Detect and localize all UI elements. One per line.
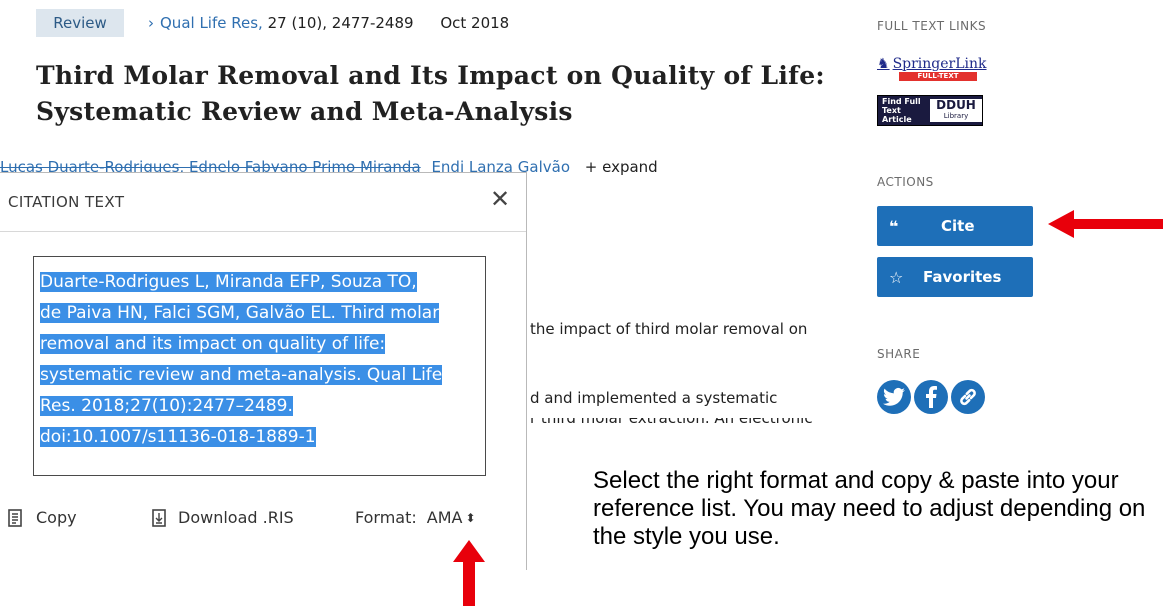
citation-line-text: doi:10.1007/s11136-018-1889-1 (40, 427, 316, 447)
citation-line-text: removal and its impact on quality of lif… (40, 334, 386, 354)
springerlink-button[interactable]: ♞ SpringerLink FULL-TEXT ARTICLE (877, 56, 987, 89)
article-title: Third Molar Removal and Its Impact on Qu… (36, 61, 825, 126)
abstract-snippet-3-text: r third molar extraction. An electronic (530, 418, 813, 427)
journal-link[interactable]: Qual Life Res, (160, 14, 263, 32)
citation-line-text: Res. 2018;27(10):2477–2489. (40, 396, 293, 416)
actions-label: ACTIONS (877, 175, 934, 189)
citation-line-text: de Paiva HN, Falci SGM, Galvão EL. Third… (40, 303, 440, 323)
abstract-snippet-1: the impact of third molar removal on (530, 320, 808, 338)
citation-line: Res. 2018;27(10):2477–2489. (40, 391, 485, 422)
citation-line-text: systematic review and meta-analysis. Qua… (40, 365, 443, 385)
dialog-divider (0, 231, 526, 232)
citation-dialog: CITATION TEXT ✕ Duarte-Rodrigues L, Mira… (0, 172, 527, 570)
springer-name: SpringerLink (892, 56, 987, 72)
journal-details: 27 (10), 2477-2489 (267, 14, 414, 32)
permalink-icon[interactable] (951, 380, 985, 414)
copy-icon (8, 508, 22, 527)
dialog-title: CITATION TEXT (8, 193, 125, 211)
quote-icon: ❝ (889, 216, 899, 236)
download-icon (152, 508, 166, 527)
cite-button-label: Cite (941, 217, 975, 235)
favorites-button[interactable]: ☆ Favorites (877, 257, 1033, 297)
abstract-snippet-2: d and implemented a systematic (530, 389, 778, 407)
citation-line: doi:10.1007/s11136-018-1889-1 (40, 422, 485, 453)
dduh-logo: DDUH Library (930, 99, 982, 122)
dduh-find-label: Find Full Text Article (882, 97, 921, 124)
cite-button[interactable]: ❝ Cite (877, 206, 1033, 246)
citation-line: de Paiva HN, Falci SGM, Galvão EL. Third… (40, 298, 485, 329)
citation-line: removal and its impact on quality of lif… (40, 329, 485, 360)
arrow-to-format-icon (453, 540, 485, 606)
format-select[interactable]: Format: AMA ⬍ (355, 508, 476, 527)
citation-line: systematic review and meta-analysis. Qua… (40, 360, 485, 391)
format-value: AMA (426, 508, 463, 527)
format-label: Format: (355, 508, 417, 527)
twitter-icon[interactable] (877, 380, 911, 414)
springer-sub-label: FULL-TEXT ARTICLE (899, 72, 977, 89)
chevron-right-icon: › (148, 14, 154, 32)
copy-button[interactable]: Copy (8, 508, 77, 527)
download-ris-button[interactable]: Download .RIS (152, 508, 294, 527)
download-label: Download .RIS (178, 508, 294, 527)
dduh-library-button[interactable]: Find Full Text Article DDUH Library (877, 95, 983, 126)
facebook-icon[interactable] (914, 380, 948, 414)
publication-date: Oct 2018 (440, 14, 510, 32)
favorites-button-label: Favorites (923, 268, 1002, 286)
arrow-to-cite-icon (1048, 210, 1163, 238)
dduh-library-label: Library (943, 112, 969, 120)
close-icon[interactable]: ✕ (490, 185, 510, 213)
dduh-name: DDUH (936, 98, 976, 112)
sort-arrows-icon: ⬍ (465, 510, 476, 525)
share-buttons (877, 380, 985, 414)
journal-citation: › Qual Life Res, 27 (10), 2477-2489 Oct 2… (148, 14, 509, 32)
review-badge: Review (36, 9, 124, 37)
citation-text[interactable]: Duarte-Rodrigues L, Miranda EFP, Souza T… (40, 267, 485, 453)
springer-logo-icon: ♞ (877, 56, 890, 72)
citation-line: Duarte-Rodrigues L, Miranda EFP, Souza T… (40, 267, 485, 298)
abstract-snippet-3: r third molar extraction. An electronic (530, 418, 830, 427)
star-icon: ☆ (889, 267, 904, 287)
full-text-links-label: FULL TEXT LINKS (877, 19, 987, 33)
expand-authors-button[interactable]: + expand (585, 158, 658, 176)
instruction-note: Select the right format and copy & paste… (593, 467, 1146, 550)
copy-label: Copy (36, 508, 77, 527)
share-label: SHARE (877, 347, 921, 361)
citation-line-text: Duarte-Rodrigues L, Miranda EFP, Souza T… (40, 272, 417, 292)
